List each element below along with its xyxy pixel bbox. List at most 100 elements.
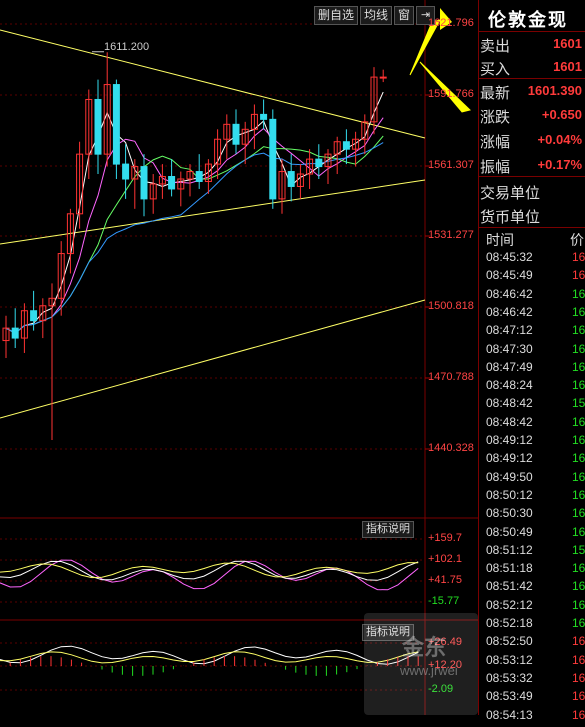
tick-price: 1600 bbox=[572, 670, 585, 685]
tick-time: 08:48:42 bbox=[486, 414, 533, 429]
tick-price: 1600 bbox=[572, 451, 585, 466]
price-header: 价 bbox=[570, 232, 584, 248]
axis-label: 1470.788 bbox=[428, 371, 474, 383]
axis-label: 1621.796 bbox=[428, 17, 474, 29]
candle-body bbox=[11, 327, 19, 339]
sell-value: 1601 bbox=[553, 36, 582, 51]
tick-time: 08:51:42 bbox=[486, 579, 533, 594]
tick-price: 1600 bbox=[572, 304, 585, 319]
tick-price: 1600 bbox=[572, 433, 585, 447]
tick-time: 08:53:12 bbox=[486, 652, 533, 667]
tick-price: 1600 bbox=[572, 286, 585, 301]
tick-price: 1599 bbox=[572, 396, 585, 411]
currency-unit-row: 货币单位 bbox=[480, 204, 585, 228]
candle-body bbox=[195, 171, 203, 182]
tick-time: 08:48:24 bbox=[486, 378, 533, 393]
ind1-axis-label: -15.77 bbox=[428, 595, 460, 607]
sell-row: 卖出 1601 bbox=[480, 33, 585, 57]
indicator-line-j bbox=[0, 559, 419, 591]
tick-price: 1600 bbox=[572, 378, 585, 393]
buy-value: 1601 bbox=[553, 59, 582, 74]
instrument-title: 伦敦金现 bbox=[488, 10, 568, 30]
tick-time: 08:52:50 bbox=[486, 634, 533, 649]
tick-time: 08:50:49 bbox=[486, 524, 533, 539]
candle-body bbox=[260, 113, 268, 120]
tick-time: 08:47:49 bbox=[486, 359, 533, 374]
buy-label: 买入 bbox=[480, 61, 511, 78]
tick-price: 1600 bbox=[572, 634, 585, 649]
candle-body bbox=[168, 176, 176, 190]
remove-favorite-button[interactable]: 删自选 bbox=[314, 6, 359, 25]
candle-body bbox=[342, 141, 350, 150]
ind1-axis-label: +159.7 bbox=[428, 532, 462, 544]
tick-time: 08:46:42 bbox=[486, 304, 533, 319]
axis-label: 1561.307 bbox=[428, 159, 474, 171]
pct-row: 涨幅 +0.04% bbox=[480, 129, 585, 153]
moving-average-line bbox=[5, 142, 384, 334]
tick-price: 1600 bbox=[572, 268, 585, 283]
tick-time: 08:51:12 bbox=[486, 542, 533, 557]
candle-body bbox=[379, 76, 387, 79]
candle-body bbox=[232, 123, 240, 145]
moving-average-line bbox=[5, 91, 384, 334]
tick-time: 08:47:12 bbox=[486, 323, 533, 338]
candle-body bbox=[315, 158, 323, 168]
currency-unit-label: 货币单位 bbox=[480, 209, 541, 226]
tick-time: 08:49:12 bbox=[486, 433, 533, 447]
amp-row: 振幅 +0.17% bbox=[480, 154, 585, 178]
tick-price: 1600 bbox=[572, 652, 585, 667]
tick-time: 08:49:50 bbox=[486, 469, 533, 484]
macd-line bbox=[0, 645, 419, 665]
tick-time: 08:53:32 bbox=[486, 670, 533, 685]
change-label: 涨跌 bbox=[480, 109, 511, 126]
trendline bbox=[0, 179, 426, 245]
time-header: 时间 bbox=[486, 232, 514, 248]
latest-value: 1601.390 bbox=[527, 83, 582, 98]
amp-value: +0.17% bbox=[537, 157, 582, 172]
trade-unit-label: 交易单位 bbox=[480, 185, 541, 202]
tick-time: 08:50:30 bbox=[486, 506, 533, 521]
tick-time: 08:52:12 bbox=[486, 597, 533, 612]
buy-row: 买入 1601 bbox=[480, 56, 585, 80]
tick-price: 1600 bbox=[572, 250, 585, 264]
axis-label: 1440.328 bbox=[428, 442, 474, 454]
tick-time: 08:49:12 bbox=[486, 451, 533, 466]
tick-price: 1600 bbox=[572, 469, 585, 484]
pct-label: 涨幅 bbox=[480, 134, 511, 151]
price-chart[interactable] bbox=[0, 0, 478, 715]
tick-time: 08:45:32 bbox=[486, 250, 533, 264]
tick-price: 1600 bbox=[572, 323, 585, 338]
indicator-line-k bbox=[0, 560, 419, 581]
tick-price: 1600 bbox=[572, 561, 585, 576]
moving-average-button[interactable]: 均线 bbox=[360, 6, 393, 25]
signal-line bbox=[0, 651, 419, 664]
arrow-annotation bbox=[419, 61, 471, 113]
moving-average-line bbox=[5, 117, 384, 334]
latest-row: 最新 1601.390 bbox=[480, 80, 585, 104]
tick-time: 08:50:12 bbox=[486, 487, 533, 502]
tick-time: 08:51:18 bbox=[486, 561, 533, 576]
candle-body bbox=[30, 310, 38, 322]
tick-price: 1600 bbox=[572, 341, 585, 356]
candle-body bbox=[122, 163, 130, 180]
trade-unit-row: 交易单位 bbox=[480, 180, 585, 204]
tick-price: 1600 bbox=[572, 524, 585, 539]
chart-toolbar: 删自选 均线 窗 ⇥ bbox=[314, 6, 436, 25]
axis-label: 1500.818 bbox=[428, 300, 474, 312]
tick-price: 1600 bbox=[572, 579, 585, 594]
candle-body bbox=[94, 98, 102, 155]
indicator-line-d bbox=[0, 562, 419, 579]
tick-time: 08:52:18 bbox=[486, 616, 533, 630]
indicator-help-button[interactable]: 指标说明 bbox=[362, 521, 414, 538]
axis-label: 1531.277 bbox=[428, 229, 474, 241]
tick-price: 1599 bbox=[572, 542, 585, 557]
tick-time: 08:46:42 bbox=[486, 286, 533, 301]
tick-time: 08:47:30 bbox=[486, 341, 533, 356]
tick-time: 08:54:13 bbox=[486, 707, 533, 722]
tick-price: 1600 bbox=[572, 616, 585, 630]
watermark-text: 金东 bbox=[402, 635, 447, 660]
ind1-axis-label: +41.75 bbox=[428, 574, 462, 586]
trendline bbox=[0, 299, 426, 419]
tick-time: 08:53:49 bbox=[486, 689, 533, 704]
window-button[interactable]: 窗 bbox=[394, 6, 415, 25]
